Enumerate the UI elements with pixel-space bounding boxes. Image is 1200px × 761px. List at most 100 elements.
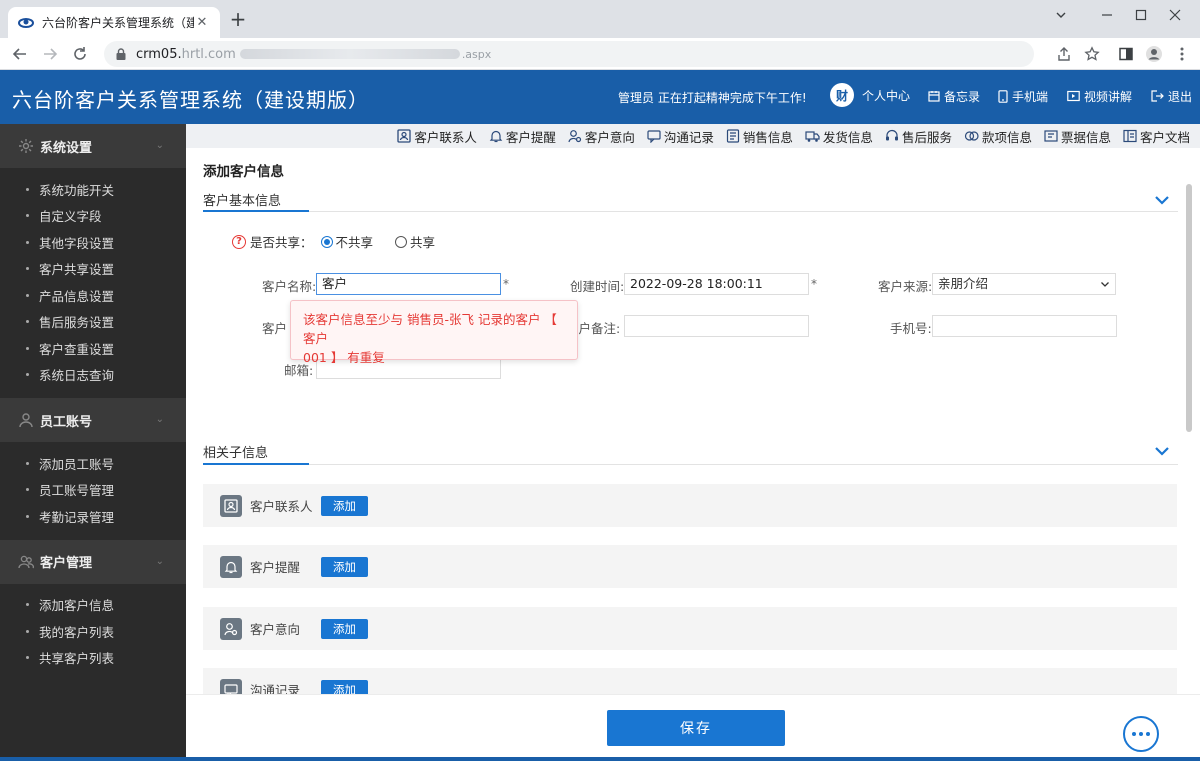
toolbar-invoices[interactable]: 票据信息 [1044, 127, 1111, 146]
address-bar[interactable]: crm05. hrtl.com .aspx [104, 41, 1034, 67]
share-icon[interactable] [1052, 42, 1076, 66]
phone-label: 手机号: [890, 321, 932, 336]
sidebar-item-feature-switch[interactable]: 系统功能开关 [0, 176, 186, 203]
bullet-icon [26, 603, 29, 607]
mobile-link[interactable]: 手机端 [998, 86, 1048, 106]
video-icon [1067, 90, 1080, 102]
page-title: 添加客户信息 [203, 164, 284, 180]
url-tail: .aspx [461, 47, 492, 61]
side-panel-icon[interactable] [1114, 42, 1138, 66]
section-underline [203, 210, 309, 212]
add-contact-button[interactable]: 添加 [321, 495, 368, 516]
phone-input[interactable] [932, 315, 1117, 337]
sidebar-list-system: 系统功能开关 自定义字段 其他字段设置 客户共享设置 产品信息设置 售后服务设置… [0, 168, 186, 398]
toolbar-sales[interactable]: 销售信息 [726, 127, 793, 146]
reload-icon[interactable] [68, 42, 92, 66]
toolbar-contacts[interactable]: 客户联系人 [397, 127, 477, 146]
bell-icon [220, 555, 242, 578]
sidebar-item-add-customer[interactable]: 添加客户信息 [0, 592, 186, 619]
sidebar-item-label: 产品信息设置 [39, 288, 115, 304]
logout-label: 退出 [1168, 89, 1193, 104]
required-mark: * [811, 277, 817, 291]
toolbar-shipping[interactable]: 发货信息 [805, 127, 873, 146]
tab-close-icon[interactable]: ✕ [194, 15, 210, 30]
sidebar-item-share-settings[interactable]: 客户共享设置 [0, 256, 186, 283]
contact-card-icon [397, 129, 411, 143]
calendar-icon [928, 91, 940, 102]
save-button[interactable]: 保存 [607, 710, 785, 746]
section-divider [203, 464, 1178, 465]
customer-source-select[interactable]: 亲朋介绍 [932, 273, 1116, 295]
new-tab-icon[interactable]: + [228, 9, 248, 30]
toolbar-label: 客户文档 [1139, 129, 1190, 145]
url-text: crm05. [136, 46, 182, 62]
forward-icon[interactable] [38, 42, 62, 66]
bell-icon [489, 130, 503, 143]
toolbar-reminders[interactable]: 客户提醒 [489, 127, 556, 146]
collapse-chevron-icon[interactable] [1154, 192, 1170, 208]
user-intent-icon [220, 617, 242, 640]
sidebar-item-product-settings[interactable]: 产品信息设置 [0, 282, 186, 309]
customer-remark-input[interactable] [624, 315, 809, 337]
customer-source-label: 客户来源: [878, 279, 933, 294]
memo-link[interactable]: 备忘录 [928, 86, 980, 106]
sidebar-group-system[interactable]: 系统设置 ⌄ [0, 124, 186, 168]
sidebar-list-customers: 添加客户信息 我的客户列表 共享客户列表 [0, 584, 186, 682]
sidebar-item-other-fields[interactable]: 其他字段设置 [0, 229, 186, 256]
browser-menu-icon[interactable] [1170, 42, 1194, 66]
logout-link[interactable]: 退出 [1151, 86, 1192, 106]
sidebar-item-my-customers[interactable]: 我的客户列表 [0, 618, 186, 645]
video-link[interactable]: 视频讲解 [1067, 86, 1132, 106]
toolbar-aftersales[interactable]: 售后服务 [885, 127, 952, 146]
share-radio-yes[interactable]: 共享 [387, 232, 435, 251]
contact-card-icon [220, 494, 242, 517]
sidebar-item-system-log[interactable]: 系统日志查询 [0, 362, 186, 389]
window-close-icon[interactable] [1152, 0, 1198, 30]
help-question-icon[interactable]: ? [232, 234, 246, 249]
personal-center-link[interactable]: 财 个人中心 [830, 83, 910, 107]
sidebar-group-staff[interactable]: 员工账号 ⌄ [0, 398, 186, 442]
sidebar-item-aftersales-settings[interactable]: 售后服务设置 [0, 309, 186, 336]
sidebar-item-custom-fields[interactable]: 自定义字段 [0, 203, 186, 230]
toolbar-payments[interactable]: 款项信息 [964, 127, 1032, 146]
radio-checked-icon[interactable] [320, 235, 333, 248]
chat-support-icon[interactable] [1123, 716, 1159, 752]
profile-icon[interactable] [1142, 42, 1166, 66]
created-time-input[interactable]: 2022-09-28 18:00:11 [624, 273, 809, 295]
bullet-icon [26, 187, 29, 191]
tab-search-icon[interactable] [1038, 0, 1084, 30]
toolbar-communication[interactable]: 沟通记录 [647, 127, 714, 146]
bullet-icon [26, 488, 29, 492]
browser-tab[interactable]: 六台阶客户关系管理系统（建设期 ✕ [8, 7, 220, 38]
section-divider [203, 211, 1178, 212]
sidebar-item-label: 其他字段设置 [39, 235, 115, 251]
sidebar-list-staff: 添加员工账号 员工账号管理 考勤记录管理 [0, 442, 186, 540]
add-intention-button[interactable]: 添加 [321, 618, 368, 639]
toolbar-intention[interactable]: 客户意向 [568, 127, 635, 146]
add-reminder-button[interactable]: 添加 [321, 556, 368, 577]
sidebar-item-shared-customers[interactable]: 共享客户列表 [0, 645, 186, 672]
related-row-label: 客户提醒 [250, 560, 301, 575]
sidebar-group-customers[interactable]: 客户管理 ⌄ [0, 539, 186, 584]
back-icon[interactable] [8, 42, 32, 66]
share-row: ? 是否共享： 不共享 共享 [232, 232, 449, 251]
sidebar-item-label: 客户查重设置 [39, 341, 115, 357]
scrollbar-thumb[interactable] [1186, 184, 1192, 432]
share-option-label: 不共享 [335, 235, 374, 250]
customer-name-input[interactable]: 客户 [316, 273, 501, 295]
sidebar-item-label: 添加客户信息 [39, 598, 115, 614]
sidebar-item-manage-staff[interactable]: 员工账号管理 [0, 477, 186, 504]
sidebar-item-attendance[interactable]: 考勤记录管理 [0, 503, 186, 530]
sidebar-item-label: 售后服务设置 [39, 315, 115, 331]
toolbar-documents[interactable]: 客户文档 [1123, 127, 1190, 146]
radio-unchecked-icon[interactable] [395, 235, 408, 248]
collapse-chevron-icon[interactable] [1154, 443, 1170, 459]
bullet-icon [26, 214, 29, 218]
sidebar-item-label: 系统日志查询 [39, 368, 115, 384]
bookmark-star-icon[interactable] [1080, 42, 1104, 66]
sales-icon [726, 129, 740, 143]
bullet-icon [26, 514, 29, 518]
share-radio-no[interactable]: 不共享 [313, 232, 374, 251]
sidebar-item-duplicate-check[interactable]: 客户查重设置 [0, 335, 186, 362]
sidebar-item-add-staff[interactable]: 添加员工账号 [0, 450, 186, 477]
